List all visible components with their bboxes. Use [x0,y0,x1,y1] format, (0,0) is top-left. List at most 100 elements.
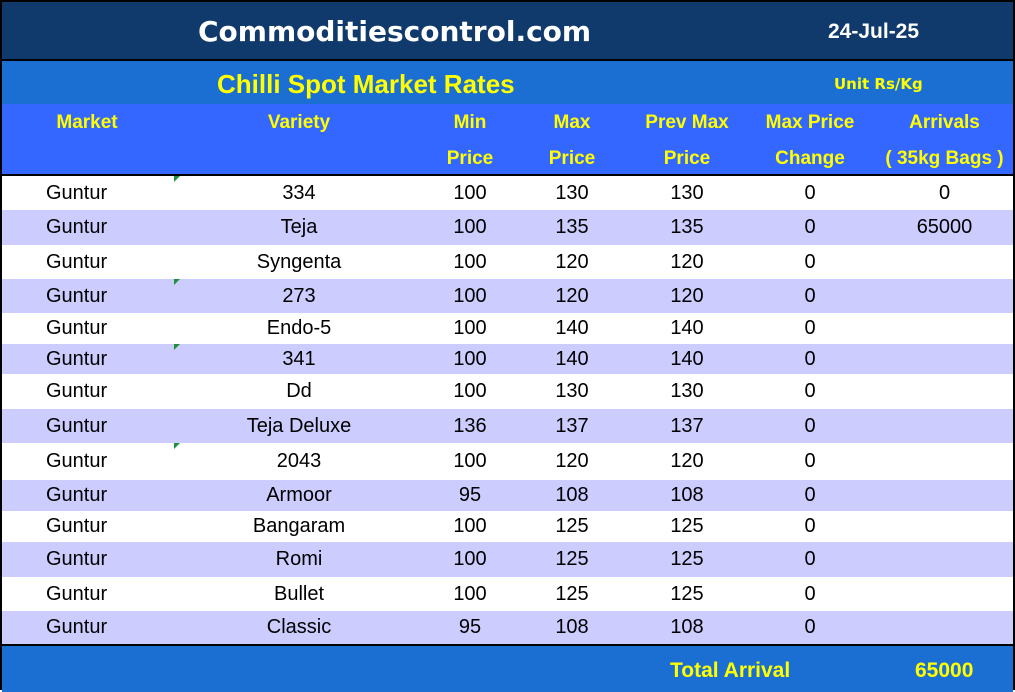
max-price-cell: 108 [555,484,589,506]
prev-max-price-cell: 130 [670,181,704,204]
market-cell: Guntur [46,181,108,204]
market-cell: Guntur [46,284,108,307]
max-price-change-cell: 0 [804,450,816,472]
variety-cell: Bangaram [252,515,346,537]
table-row: Guntur 341 100 140 140 0 [2,344,1013,374]
prev-max-price-cell: 125 [670,548,704,570]
max-price-change-cell: 0 [804,414,816,437]
table-row: Guntur Teja Deluxe 136 137 137 0 [2,409,1013,443]
max-price-cell: 140 [555,347,589,370]
column-header-prev-max-2: Price [663,148,711,169]
cell-comment-indicator-icon [174,176,180,182]
table-row: Guntur Bullet 100 125 125 0 [2,577,1013,611]
market-cell: Guntur [46,450,108,472]
table-row: Guntur Endo-5 100 140 140 0 [2,313,1013,344]
market-cell: Guntur [46,582,108,605]
prev-max-price-cell: 120 [670,250,704,273]
column-header-max-1: Max [553,112,591,133]
max-price-change-cell: 0 [804,515,816,537]
max-price-change-cell: 0 [804,284,816,307]
site-title: Commoditiescontrol.com [198,15,592,48]
variety-cell: Romi [275,548,323,570]
prev-max-price-cell: 125 [670,582,704,605]
cell-comment-indicator-icon [174,279,180,285]
prev-max-price-cell: 137 [670,414,704,437]
market-cell: Guntur [46,414,108,437]
market-cell: Guntur [46,216,108,238]
arrivals-cell [876,577,1013,611]
prev-max-price-cell: 125 [670,515,704,537]
max-price-change-cell: 0 [804,181,816,204]
market-cell: Guntur [46,317,108,339]
variety-cell: Syngenta [256,250,342,273]
max-price-change-cell: 0 [804,582,816,605]
max-price-change-cell: 0 [804,317,816,339]
total-arrival-label: Total Arrival [670,659,791,682]
table-row: Guntur 273 100 120 120 0 [2,279,1013,313]
table-row: Guntur Romi 100 125 125 0 [2,542,1013,577]
min-price-cell: 100 [453,250,487,273]
column-header-arrivals-1: Arrivals [909,112,980,133]
table-row: Guntur Dd 100 130 130 0 [2,374,1013,409]
max-price-change-cell: 0 [804,548,816,570]
table-row: Guntur Armoor 95 108 108 0 [2,480,1013,511]
market-cell: Guntur [46,548,108,570]
max-price-change-cell: 0 [804,250,816,273]
table-row: Guntur Teja 100 135 135 0 65000 [2,210,1013,245]
market-cell: Guntur [46,484,108,506]
max-price-change-cell: 0 [804,380,816,402]
prev-max-price-cell: 108 [670,616,704,638]
arrivals-cell [876,374,1013,409]
table-footer: Total Arrival 65000 [2,644,1013,692]
column-header-variety-1: Variety [267,112,331,133]
report-title-bar: Chilli Spot Market Rates Unit Rs/Kg [2,61,1013,104]
min-price-cell: 100 [453,181,487,204]
total-arrival-value: 65000 [915,659,974,682]
prev-max-price-cell: 140 [670,347,704,370]
column-header-max-2: Price [548,148,596,169]
min-price-cell: 95 [458,484,482,506]
table-row: Guntur Bangaram 100 125 125 0 [2,511,1013,542]
arrivals-cell [876,511,1013,542]
max-price-cell: 108 [555,616,589,638]
arrivals-cell [876,245,1013,279]
arrivals-cell [876,480,1013,511]
variety-cell: 341 [282,347,316,370]
max-price-change-cell: 0 [804,347,816,370]
variety-cell: 273 [282,284,316,307]
max-price-cell: 125 [555,515,589,537]
min-price-cell: 95 [458,616,482,638]
variety-cell: Armoor [266,484,332,506]
max-price-change-cell: 0 [804,484,816,506]
variety-cell: Teja Deluxe [246,414,352,437]
table-row: Guntur 334 100 130 130 0 0 [2,176,1013,210]
rates-sheet: Commoditiescontrol.com 24-Jul-25 Chilli … [0,0,1015,692]
variety-cell: 2043 [276,450,322,472]
report-date: 24-Jul-25 [828,20,920,43]
arrivals-cell [876,611,1013,644]
arrivals-cell [876,409,1013,443]
min-price-cell: 100 [453,515,487,537]
min-price-cell: 100 [453,548,487,570]
max-price-change-cell: 0 [804,216,816,238]
market-cell: Guntur [46,515,108,537]
variety-cell: Bullet [273,582,325,605]
prev-max-price-cell: 140 [670,317,704,339]
max-price-cell: 120 [555,284,589,307]
prev-max-price-cell: 120 [670,284,704,307]
column-header-min-1: Min [453,112,487,133]
max-price-change-cell: 0 [804,616,816,638]
unit-label: Unit Rs/Kg [834,75,923,93]
market-cell: Guntur [46,347,108,370]
min-price-cell: 100 [453,284,487,307]
arrivals-cell [876,443,1013,480]
cell-comment-indicator-icon [174,344,180,350]
max-price-cell: 125 [555,548,589,570]
arrivals-cell [876,542,1013,577]
min-price-cell: 100 [453,582,487,605]
cell-comment-indicator-icon [174,443,180,449]
max-price-cell: 140 [555,317,589,339]
max-price-cell: 120 [555,450,589,472]
min-price-cell: 100 [453,317,487,339]
column-header-change-1: Max Price [765,112,855,133]
